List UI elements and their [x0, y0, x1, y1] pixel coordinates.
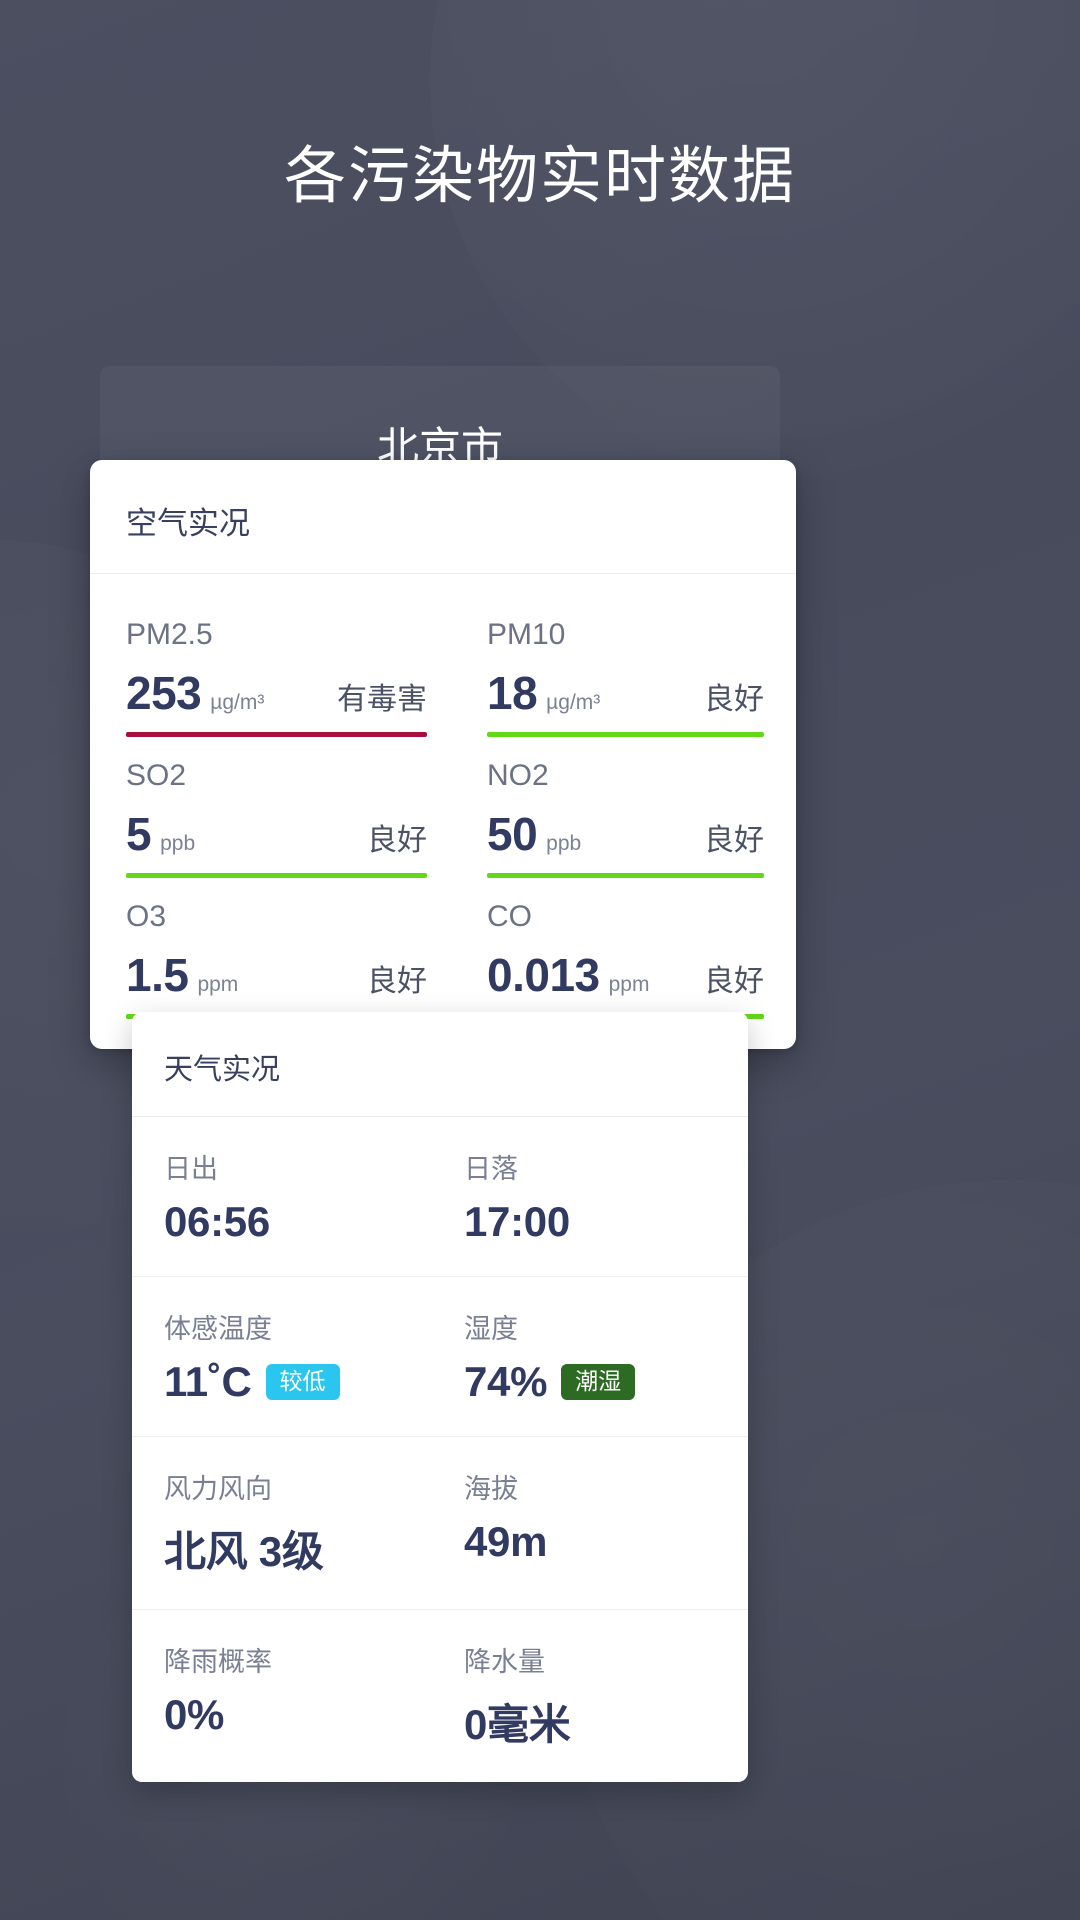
air-quality-card: 空气实况 PM2.5 253 µg/m³ 有毒害 PM10 18 µg/m³ 良好 SO2 5 pp…	[90, 460, 796, 1049]
app-root: 各污染物实时数据 北京市 空气实况 PM2.5 253 µg/m³ 有毒害 PM10 18…	[0, 0, 1080, 1920]
air-quality-card-header: 空气实况	[90, 460, 796, 574]
pollutant-value-row: 5 ppb 良好	[126, 807, 427, 861]
pollutant-value-group: 0.013 ppm	[487, 948, 649, 1002]
weather-status-badge: 潮湿	[561, 1364, 636, 1400]
pollutant-unit: µg/m³	[546, 691, 601, 714]
weather-metric-label: 风力风向	[164, 1474, 272, 1504]
weather-metric-label: 海拔	[464, 1474, 518, 1504]
pollutant-value-row: 50 ppb 良好	[487, 807, 764, 861]
weather-value-line: 49m	[464, 1518, 706, 1566]
weather-cell: 体感温度 11˚C 较低	[164, 1307, 440, 1406]
air-quality-cell: PM10 18 µg/m³ 良好	[443, 596, 764, 737]
pollutant-value-group: 50 ppb	[487, 807, 581, 861]
pollutant-value-row: 253 µg/m³ 有毒害	[126, 666, 427, 720]
air-quality-cell: PM2.5 253 µg/m³ 有毒害	[122, 596, 443, 737]
weather-value-line: 0毫米	[464, 1691, 706, 1752]
weather-row: 风力风向 北风 3级 海拔 49m	[132, 1437, 748, 1610]
pollutant-value-group: 253 µg/m³	[126, 666, 264, 720]
pollutant-value-group: 5 ppb	[126, 807, 195, 861]
weather-value-line: 11˚C 较低	[164, 1358, 430, 1406]
weather-status-badge: 较低	[265, 1364, 340, 1400]
weather-cell: 湿度 74% 潮湿	[440, 1307, 716, 1406]
weather-metric-value: 北风 3级	[164, 1528, 324, 1575]
air-quality-grid: PM2.5 253 µg/m³ 有毒害 PM10 18 µg/m³ 良好 SO2 5 ppb 良好 NO…	[90, 574, 796, 1049]
weather-value-line: 北风 3级	[164, 1518, 430, 1579]
weather-row: 体感温度 11˚C 较低 湿度 74% 潮湿	[132, 1277, 748, 1437]
pollutant-value: 5	[126, 808, 152, 860]
pollutant-name: SO2	[126, 759, 187, 792]
pollutant-value-group: 18 µg/m³	[487, 666, 600, 720]
pollutant-value: 0.013	[487, 949, 600, 1001]
weather-value-line: 06:56	[164, 1198, 430, 1246]
air-quality-cell: NO2 50 ppb 良好	[443, 737, 764, 878]
pollutant-unit: ppm	[608, 973, 650, 996]
weather-cell: 降雨概率 0%	[164, 1640, 440, 1752]
air-quality-cell: SO2 5 ppb 良好	[122, 737, 443, 878]
pollutant-level-label: 良好	[704, 965, 764, 998]
air-quality-title: 空气实况	[126, 506, 250, 541]
weather-metric-label: 体感温度	[164, 1314, 272, 1344]
pollutant-name: PM2.5	[126, 618, 213, 651]
weather-metric-label: 降水量	[464, 1647, 545, 1677]
pollutant-level-label: 良好	[704, 683, 764, 716]
weather-metric-value: 17:00	[464, 1198, 570, 1245]
weather-metric-value: 0毫米	[464, 1701, 571, 1748]
pollutant-value-row: 1.5 ppm 良好	[126, 948, 427, 1002]
weather-title: 天气实况	[164, 1054, 281, 1086]
weather-metric-value: 0%	[164, 1691, 225, 1738]
weather-metric-label: 降雨概率	[164, 1647, 272, 1677]
weather-metric-value: 06:56	[164, 1198, 270, 1245]
pollutant-name: CO	[487, 900, 532, 933]
pollutant-value: 1.5	[126, 949, 189, 1001]
pollutant-value: 18	[487, 667, 538, 719]
weather-cell: 日出 06:56	[164, 1147, 440, 1246]
pollutant-unit: µg/m³	[210, 691, 265, 714]
pollutant-unit: ppb	[546, 832, 582, 855]
weather-cell: 风力风向北风 3级	[164, 1467, 440, 1579]
air-quality-cell: CO 0.013 ppm 良好	[443, 878, 764, 1019]
weather-cell: 日落 17:00	[440, 1147, 716, 1246]
pollutant-name: O3	[126, 900, 167, 933]
pollutant-value-row: 18 µg/m³ 良好	[487, 666, 764, 720]
pollutant-value: 253	[126, 667, 202, 719]
pollutant-level-label: 良好	[367, 824, 427, 857]
pollutant-value-row: 0.013 ppm 良好	[487, 948, 764, 1002]
weather-metric-value: 49m	[464, 1518, 548, 1565]
weather-row: 降雨概率 0% 降水量 0毫米	[132, 1610, 748, 1782]
pollutant-unit: ppm	[197, 973, 239, 996]
pollutant-name: PM10	[487, 618, 566, 651]
weather-value-line: 74% 潮湿	[464, 1358, 706, 1406]
weather-metric-label: 日出	[164, 1154, 218, 1184]
weather-value-line: 17:00	[464, 1198, 706, 1246]
pollutant-unit: ppb	[160, 832, 196, 855]
pollutant-name: NO2	[487, 759, 549, 792]
weather-rows: 日出 06:56 日落 17:00 体感温度 11˚C 较低 湿度 74% 潮湿风力风向北风 3级…	[132, 1117, 748, 1782]
weather-cell: 海拔 49m	[440, 1467, 716, 1579]
pollutant-level-label: 良好	[704, 824, 764, 857]
weather-value-line: 0%	[164, 1691, 430, 1739]
weather-metric-label: 日落	[464, 1154, 518, 1184]
weather-card: 天气实况 日出 06:56 日落 17:00 体感温度 11˚C 较低 湿度 74% 潮湿风力风向…	[132, 1012, 748, 1782]
pollutant-level-label: 良好	[367, 965, 427, 998]
weather-card-header: 天气实况	[132, 1012, 748, 1117]
page-title: 各污染物实时数据	[283, 142, 796, 211]
pollutant-value: 50	[487, 808, 538, 860]
weather-metric-value: 11˚C	[164, 1358, 252, 1405]
air-quality-cell: O3 1.5 ppm 良好	[122, 878, 443, 1019]
weather-metric-label: 湿度	[464, 1314, 518, 1344]
weather-metric-value: 74%	[464, 1358, 548, 1405]
weather-cell: 降水量 0毫米	[440, 1640, 716, 1752]
pollutant-level-label: 有毒害	[337, 683, 427, 716]
pollutant-value-group: 1.5 ppm	[126, 948, 238, 1002]
weather-row: 日出 06:56 日落 17:00	[132, 1117, 748, 1277]
